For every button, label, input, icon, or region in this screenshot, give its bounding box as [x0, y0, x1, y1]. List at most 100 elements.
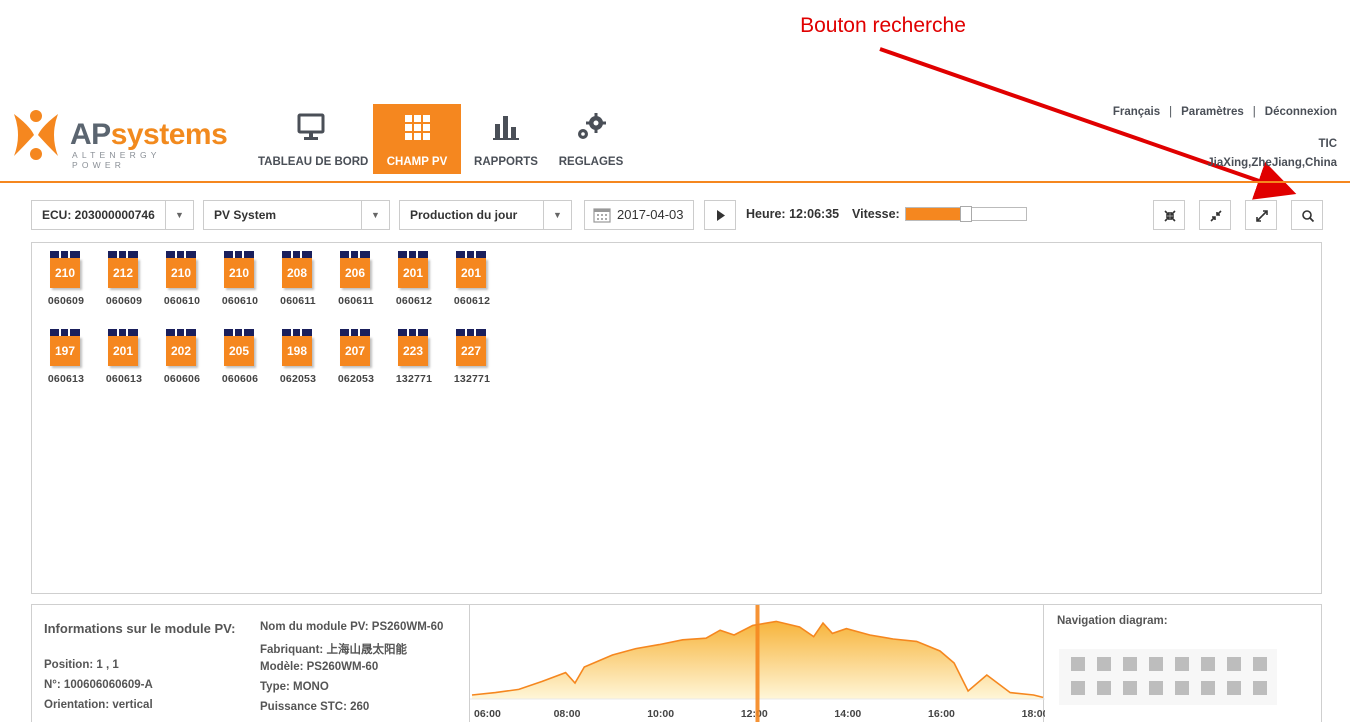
- module-id: 062053: [279, 373, 317, 385]
- search-icon: [1302, 210, 1315, 223]
- pv-module[interactable]: 205 060606: [220, 329, 260, 391]
- module-id: 060609: [47, 295, 85, 307]
- navigation-cell[interactable]: [1253, 657, 1267, 671]
- mode-select-value: Production du jour: [410, 208, 518, 222]
- module-power: 201: [456, 258, 486, 288]
- logo-tagline: ALTENERGY POWER: [72, 150, 161, 170]
- logout-link[interactable]: Déconnexion: [1265, 106, 1337, 118]
- navigation-cell[interactable]: [1071, 657, 1085, 671]
- pv-module[interactable]: 210 060609: [46, 251, 86, 313]
- module-cap: [166, 329, 196, 336]
- collapse-button[interactable]: [1199, 200, 1231, 230]
- module-id: 060606: [221, 373, 259, 385]
- x-tick-label: 06:00: [474, 708, 501, 720]
- navigation-diagram[interactable]: [1059, 649, 1277, 705]
- module-power: 202: [166, 336, 196, 366]
- module-cap: [456, 251, 486, 258]
- pv-module[interactable]: 201 060613: [104, 329, 144, 391]
- module-power: 207: [340, 336, 370, 366]
- system-select-value: PV System: [214, 208, 277, 222]
- navigation-cell[interactable]: [1201, 681, 1215, 695]
- pv-module[interactable]: 208 060611: [278, 251, 318, 313]
- production-chart[interactable]: 06:00 08:00 10:00 12:00 14:00 16:00 18:00: [469, 605, 1049, 722]
- navigation-cell[interactable]: [1097, 681, 1111, 695]
- logo-wordmark: APsystems: [70, 118, 228, 151]
- fit-button[interactable]: [1153, 200, 1185, 230]
- navigation-cell[interactable]: [1149, 657, 1163, 671]
- module-power: 197: [50, 336, 80, 366]
- system-select[interactable]: PV System ▼: [203, 200, 390, 230]
- x-tick-label: 10:00: [647, 708, 674, 720]
- info-position: Position: 1 , 1: [44, 659, 119, 671]
- apsystems-logo[interactable]: APsystems ALTENERGY POWER: [8, 108, 228, 170]
- navigation-cell[interactable]: [1227, 681, 1241, 695]
- bar-chart-icon: [493, 116, 519, 140]
- time-label: Heure: 12:06:35: [746, 207, 840, 221]
- language-link[interactable]: Français: [1113, 106, 1160, 118]
- pv-module[interactable]: 201 060612: [394, 251, 434, 313]
- nav-reglages[interactable]: REGLAGES: [552, 104, 630, 174]
- pv-module[interactable]: 210 060610: [220, 251, 260, 313]
- module-cap: [340, 251, 370, 258]
- navigation-cell[interactable]: [1227, 657, 1241, 671]
- module-power: 212: [108, 258, 138, 288]
- pv-module[interactable]: 212 060609: [104, 251, 144, 313]
- info-stc-power: Puissance STC: 260: [260, 701, 370, 713]
- module-cap: [340, 329, 370, 336]
- navigation-cell[interactable]: [1123, 657, 1137, 671]
- module-id: 060612: [453, 295, 491, 307]
- pv-field-panel[interactable]: 210 060609 212 060609 210 060610 210 060610 208 0…: [31, 242, 1322, 594]
- nav-label: CHAMP PV: [386, 156, 448, 168]
- info-title: Informations sur le module PV:: [44, 621, 236, 636]
- info-module-name: Nom du module PV: PS260WM-60: [260, 621, 444, 633]
- user-name: TIC: [1318, 138, 1337, 150]
- pv-module[interactable]: 223 132771: [394, 329, 434, 391]
- separator: |: [1252, 106, 1256, 118]
- speed-slider-handle[interactable]: [960, 206, 972, 222]
- mode-select[interactable]: Production du jour ▼: [399, 200, 572, 230]
- ecu-select[interactable]: ECU: 203000000746 ▼: [31, 200, 194, 230]
- nav-champ-pv[interactable]: CHAMP PV: [373, 104, 461, 174]
- expand-button[interactable]: [1245, 200, 1277, 230]
- module-id: 060610: [221, 295, 259, 307]
- nav-tableau-de-bord[interactable]: TABLEAU DE BORD: [258, 104, 368, 174]
- module-id: 060609: [105, 295, 143, 307]
- collapse-icon: [1210, 210, 1222, 222]
- date-value: 2017-04-03: [617, 207, 684, 222]
- navigation-cell[interactable]: [1071, 681, 1085, 695]
- play-button[interactable]: [704, 200, 736, 230]
- navigation-cell[interactable]: [1175, 681, 1189, 695]
- module-id: 060610: [163, 295, 201, 307]
- pv-module[interactable]: 198 062053: [278, 329, 318, 391]
- navigation-cell[interactable]: [1149, 681, 1163, 695]
- chevron-down-icon: ▼: [361, 201, 389, 229]
- info-serial: N°: 100606060609-A: [44, 679, 153, 691]
- speed-slider[interactable]: [905, 206, 1027, 222]
- module-id: 132771: [395, 373, 433, 385]
- speed-slider-fill: [906, 208, 966, 220]
- search-button[interactable]: [1291, 200, 1323, 230]
- module-id: 060613: [47, 373, 85, 385]
- fit-icon: [1164, 210, 1176, 222]
- module-id: 060611: [280, 295, 316, 307]
- pv-module[interactable]: 207 062053: [336, 329, 376, 391]
- module-power: 210: [166, 258, 196, 288]
- navigation-cell[interactable]: [1253, 681, 1267, 695]
- module-cap: [108, 329, 138, 336]
- top-links: Français | Paramètres | Déconnexion: [1113, 106, 1337, 118]
- navigation-cell[interactable]: [1097, 657, 1111, 671]
- navigation-cell[interactable]: [1123, 681, 1137, 695]
- pv-module[interactable]: 202 060606: [162, 329, 202, 391]
- pv-module[interactable]: 227 132771: [452, 329, 492, 391]
- navigation-cell[interactable]: [1201, 657, 1215, 671]
- module-cap: [456, 329, 486, 336]
- module-power: 223: [398, 336, 428, 366]
- pv-module[interactable]: 201 060612: [452, 251, 492, 313]
- settings-link[interactable]: Paramètres: [1181, 106, 1244, 118]
- nav-rapports[interactable]: RAPPORTS: [470, 104, 542, 174]
- pv-module[interactable]: 210 060610: [162, 251, 202, 313]
- date-picker[interactable]: 2017-04-03: [584, 200, 694, 230]
- navigation-cell[interactable]: [1175, 657, 1189, 671]
- pv-module[interactable]: 197 060613: [46, 329, 86, 391]
- pv-module[interactable]: 206 060611: [336, 251, 376, 313]
